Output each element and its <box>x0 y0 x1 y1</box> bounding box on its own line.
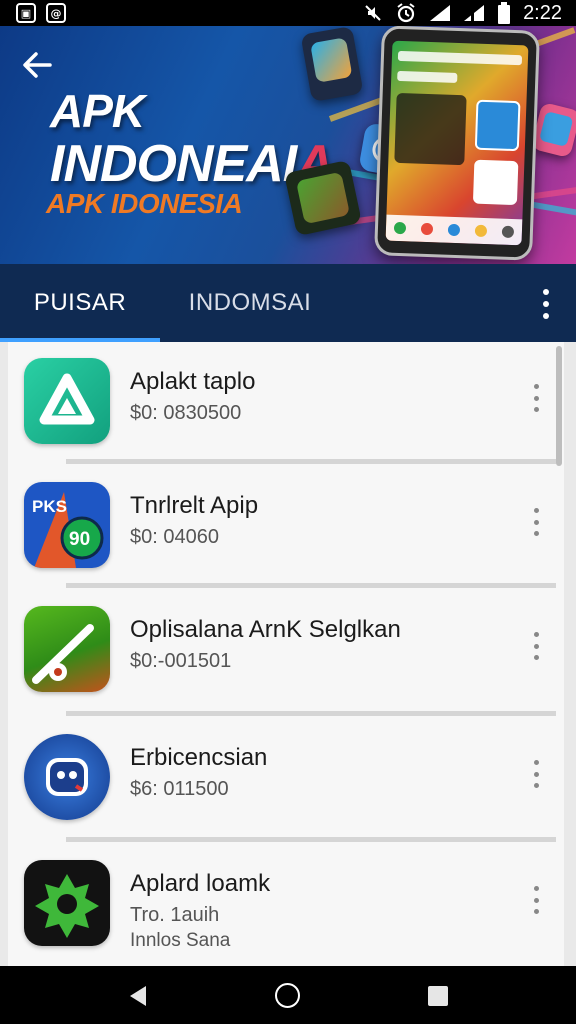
banner-title-line1: APK <box>50 85 145 137</box>
list-item[interactable]: Erbicencsian $6: 011500 <box>8 718 564 842</box>
app-price: $0: 0830500 <box>130 402 242 424</box>
back-arrow-icon[interactable] <box>20 50 54 80</box>
floating-adventure-icon <box>284 159 362 237</box>
more-options-icon[interactable] <box>530 508 542 536</box>
header-banner: APK INDONEAIA APK IDONESIA <box>0 26 576 264</box>
tab-bar: PUISAR INDOMSAI <box>0 264 576 342</box>
divider <box>66 711 556 716</box>
home-icon[interactable] <box>275 983 300 1008</box>
mute-icon <box>365 5 381 21</box>
app-name: Oplisalana ArnK Selglkan <box>130 616 401 643</box>
navigation-bar <box>0 966 576 1024</box>
list-item[interactable]: PKS 90 Tnrlrelt Apip $0: 04060 <box>8 466 564 590</box>
app-notification-icon: @ <box>46 3 66 23</box>
more-options-icon[interactable] <box>530 632 542 660</box>
app-name: Erbicencsian <box>130 744 268 771</box>
app-name: Aplakt taplo <box>130 368 256 395</box>
bat-ball-app-icon <box>24 606 110 692</box>
app-price: $6: 011500 <box>130 778 229 800</box>
more-options-icon[interactable] <box>530 760 542 788</box>
battery-icon <box>498 2 511 24</box>
signal-icon <box>464 5 485 21</box>
divider <box>66 583 556 588</box>
more-options-icon[interactable] <box>530 384 542 412</box>
app-name: Aplard loamk <box>130 870 271 897</box>
gear-green-app-icon <box>24 860 110 946</box>
phone-illustration <box>374 26 540 261</box>
back-icon[interactable] <box>128 984 148 1008</box>
app-subtitle: Innlos Sana <box>130 930 231 951</box>
tab-puisar[interactable]: PUISAR <box>0 264 160 342</box>
list-item[interactable]: Aplard loamk Tro. 1auih Innlos Sana <box>8 844 564 966</box>
list-item[interactable]: Oplisalana ArnK Selglkan $0:-001501 <box>8 590 564 714</box>
app-price: $0:-001501 <box>130 650 232 672</box>
app-list: Aplakt taplo $0: 0830500 PKS 90 Tnrlrelt… <box>0 342 576 966</box>
app-price: $0: 04060 <box>130 526 219 548</box>
list-item[interactable]: Aplakt taplo $0: 0830500 <box>8 342 564 466</box>
tab-indomsai[interactable]: INDOMSAI <box>160 264 340 342</box>
wifi-icon <box>430 5 451 21</box>
more-options-icon[interactable] <box>530 886 542 914</box>
floating-face-icon <box>530 101 576 159</box>
app-name: Tnrlrelt Apip <box>130 492 259 519</box>
scrollbar[interactable] <box>556 346 562 466</box>
divider <box>66 837 556 842</box>
floating-game-icon <box>300 26 364 102</box>
banner-subtitle: APK IDONESIA <box>46 188 243 219</box>
pks-90-app-icon: PKS 90 <box>24 482 110 568</box>
photo-notification-icon: ▣ <box>16 3 36 23</box>
alarm-icon <box>397 3 415 23</box>
divider <box>66 459 556 464</box>
overflow-menu-icon[interactable] <box>538 289 554 319</box>
robot-face-app-icon <box>24 734 110 820</box>
triangle-app-icon <box>24 358 110 444</box>
status-time: 2:22 <box>523 1 562 24</box>
svg-text:PKS: PKS <box>32 497 67 516</box>
recents-icon[interactable] <box>428 986 448 1006</box>
svg-text:90: 90 <box>69 529 90 550</box>
app-price: Tro. 1auih <box>130 904 220 926</box>
status-bar: ▣ @ 2:22 <box>0 0 576 26</box>
